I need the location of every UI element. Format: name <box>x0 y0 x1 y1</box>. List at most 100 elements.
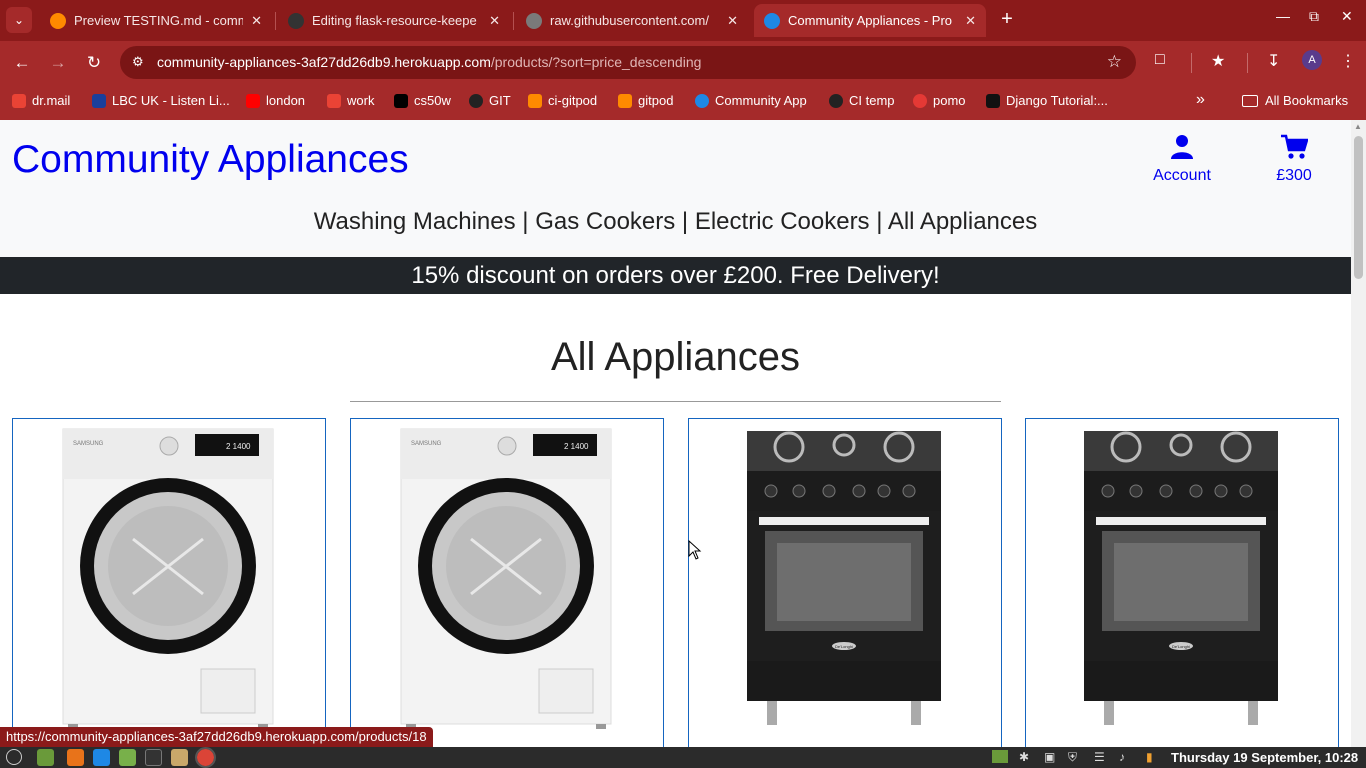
main-nav: Washing Machines | Gas Cookers | Electri… <box>0 208 1351 236</box>
bookmark-pomo[interactable]: pomo <box>913 93 966 108</box>
bookmark-label: work <box>347 93 375 108</box>
files-icon[interactable] <box>119 749 136 766</box>
scrollbar-thumb[interactable] <box>1354 136 1363 279</box>
bookmark-dr-mail[interactable]: dr.mail <box>12 93 70 108</box>
nav-electric-cookers[interactable]: Electric Cookers | <box>695 208 883 235</box>
tab-preview-testing[interactable]: Preview TESTING.md - comm ✕ <box>40 4 272 37</box>
wca-icon <box>764 12 780 29</box>
clipboard-icon[interactable]: ▣ <box>1044 750 1055 764</box>
system-clock[interactable]: Thursday 19 September, 10:28 <box>1171 750 1358 765</box>
bookmark-gitpod[interactable]: gitpod <box>618 93 673 108</box>
gmail-icon <box>12 93 26 108</box>
product-card-washing-machine[interactable]: SAMSUNG 2 1400 <box>350 418 664 748</box>
maximize-icon[interactable]: ⧉ <box>1309 8 1319 25</box>
tab-title: Editing flask-resource-keepe <box>312 13 477 28</box>
nav-washing-machines[interactable]: Washing Machines | <box>314 208 529 235</box>
bookmark-django-tutorial[interactable]: Django Tutorial:... <box>986 93 1108 108</box>
globe-icon <box>526 12 542 29</box>
promo-banner: 15% discount on orders over £200. Free D… <box>0 257 1351 294</box>
nav-gas-cookers[interactable]: Gas Cookers | <box>535 208 688 235</box>
gitpod-icon <box>528 93 542 108</box>
reading-list-star-icon[interactable]: ★ <box>1211 51 1225 71</box>
appliance-display-readout: 2 1400 <box>226 442 251 451</box>
shield-icon[interactable]: ⛨ <box>1068 750 1077 765</box>
close-tab-icon[interactable]: ✕ <box>489 13 500 29</box>
tab-community-appliances[interactable]: Community Appliances - Pro ✕ <box>754 4 986 37</box>
profile-avatar[interactable]: A <box>1302 50 1322 70</box>
chrome-icon[interactable] <box>195 747 216 768</box>
product-card-cooker[interactable]: De'Longhi <box>688 418 1002 748</box>
all-bookmarks-button[interactable]: All Bookmarks <box>1242 93 1348 108</box>
site-brand-link[interactable]: Community Appliances <box>12 138 409 182</box>
bookmark-label: GIT <box>489 93 511 108</box>
bookmark-ci-temp[interactable]: CI temp <box>829 93 895 108</box>
site-info-icon[interactable]: ⚙ <box>132 54 144 70</box>
tab-title: Preview TESTING.md - comm <box>74 13 244 28</box>
new-tab-button[interactable]: + <box>996 8 1018 30</box>
terminal-icon[interactable] <box>145 749 162 766</box>
toolbar-divider <box>1191 53 1192 73</box>
product-card-washing-machine[interactable]: SAMSUNG 2 1400 <box>12 418 326 748</box>
youtube-icon <box>246 93 260 108</box>
firefox-icon[interactable] <box>67 749 84 766</box>
minimize-icon[interactable]: — <box>1276 8 1290 24</box>
url-text[interactable]: community-appliances-3af27dd26db9.heroku… <box>157 54 701 70</box>
bookmark-star-icon[interactable]: ☆ <box>1107 52 1122 72</box>
battery-icon[interactable]: ▮ <box>1146 750 1153 764</box>
tab-title: Community Appliances - Pro <box>788 13 953 28</box>
nav-label: Electric Cookers <box>694 208 870 235</box>
workspace-icon[interactable] <box>992 750 1008 763</box>
address-bar[interactable]: ⚙ community-appliances-3af27dd26db9.hero… <box>120 46 1136 79</box>
download-icon[interactable]: ↧ <box>1267 51 1280 71</box>
reload-icon[interactable]: ↻ <box>82 51 106 75</box>
account-link[interactable]: Account <box>1150 134 1214 185</box>
close-tab-icon[interactable]: ✕ <box>727 13 738 29</box>
close-tab-icon[interactable]: ✕ <box>965 13 976 29</box>
bluetooth-icon[interactable]: ✱ <box>1019 750 1029 764</box>
tab-strip: ⌄ Preview TESTING.md - comm ✕ Editing fl… <box>0 0 1366 41</box>
tab-raw-github[interactable]: raw.githubusercontent.com/ ✕ <box>516 4 748 37</box>
bookmark-community-app[interactable]: Community App <box>695 93 807 108</box>
bookmark-git[interactable]: GIT <box>469 93 511 108</box>
start-menu-icon[interactable] <box>6 749 22 765</box>
vscode-icon[interactable] <box>93 749 110 766</box>
scroll-up-arrow-icon[interactable]: ▲ <box>1354 122 1362 131</box>
back-icon[interactable]: ← <box>10 51 34 75</box>
bookmark-work[interactable]: work <box>327 93 374 108</box>
extensions-icon[interactable]: □ <box>1155 51 1165 69</box>
page-scrollbar[interactable]: ▲ <box>1351 120 1366 748</box>
link-status-bar: https://community-appliances-3af27dd26db… <box>0 727 433 747</box>
bookmarks-bar: dr.mail LBC UK - Listen Li... london wor… <box>0 84 1366 120</box>
bookmark-label: gitpod <box>638 93 674 108</box>
appliance-display-readout: 2 1400 <box>564 442 589 451</box>
bookmark-label: CI temp <box>849 93 895 108</box>
gmail-icon <box>327 93 341 108</box>
show-desktop-icon[interactable] <box>37 749 54 766</box>
close-tab-icon[interactable]: ✕ <box>251 13 262 29</box>
account-label: Account <box>1153 167 1211 184</box>
shopping-cart-icon <box>1281 134 1309 159</box>
menu-kebab-icon[interactable]: ⋮ <box>1340 51 1356 71</box>
nav-all-appliances[interactable]: All Appliances <box>888 208 1037 235</box>
lbc-icon <box>92 93 106 108</box>
tab-search-chevron-icon[interactable]: ⌄ <box>6 7 32 33</box>
cart-link[interactable]: £300 <box>1266 134 1322 185</box>
bookmark-ci-gitpod[interactable]: ci-gitpod <box>528 93 597 108</box>
nav-separator: | <box>515 208 529 235</box>
bookmark-london[interactable]: london <box>246 93 305 108</box>
tomato-icon <box>913 93 927 108</box>
product-card-cooker[interactable]: De'Longhi <box>1025 418 1339 748</box>
folder-icon <box>1242 94 1258 107</box>
more-bookmarks-chevron-icon[interactable]: » <box>1196 91 1205 109</box>
tab-editing-flask[interactable]: Editing flask-resource-keepe ✕ <box>278 4 510 37</box>
close-window-icon[interactable]: ✕ <box>1341 8 1353 25</box>
wifi-icon[interactable]: ☰ <box>1094 750 1105 764</box>
bookmark-cs50w[interactable]: cs50w <box>394 93 451 108</box>
forward-icon[interactable]: → <box>46 51 70 75</box>
title-divider <box>350 401 1001 402</box>
bookmark-label: ci-gitpod <box>548 93 598 108</box>
volume-icon[interactable]: ♪ <box>1119 750 1125 764</box>
bookmark-lbc[interactable]: LBC UK - Listen Li... <box>92 93 230 108</box>
appliance-brand-mark: SAMSUNG <box>73 441 104 447</box>
file-manager-icon[interactable] <box>171 749 188 766</box>
